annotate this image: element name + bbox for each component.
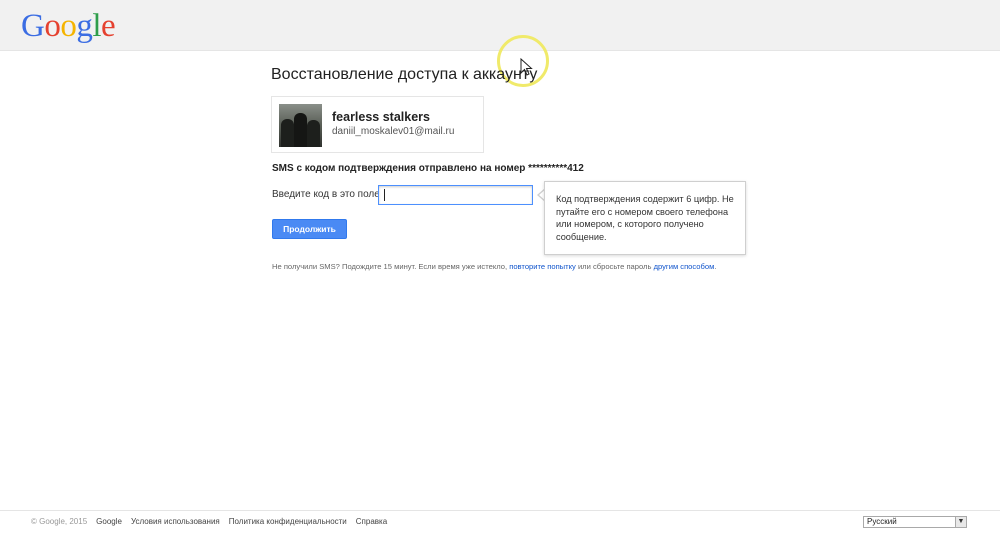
logo-letter: G bbox=[21, 8, 45, 44]
continue-button[interactable]: Продолжить bbox=[272, 219, 347, 239]
account-email: daniil_moskalev01@mail.ru bbox=[332, 126, 455, 137]
sms-sent-notice: SMS с кодом подтверждения отправлено на … bbox=[272, 163, 584, 174]
account-card: fearless stalkers daniil_moskalev01@mail… bbox=[271, 96, 484, 153]
page-title: Восстановление доступа к аккаунту bbox=[271, 66, 538, 83]
google-logo[interactable]: Google bbox=[21, 8, 116, 44]
language-select-value: Русский bbox=[867, 517, 897, 526]
copyright: © Google, 2015 bbox=[31, 517, 88, 526]
logo-letter: g bbox=[76, 8, 93, 44]
other-method-link[interactable]: другим способом bbox=[654, 262, 715, 271]
avatar bbox=[279, 104, 322, 147]
logo-letter: e bbox=[101, 8, 116, 44]
verification-code-input[interactable] bbox=[378, 185, 533, 205]
footer-link-help[interactable]: Справка bbox=[356, 517, 387, 526]
language-select[interactable]: Русский ▼ bbox=[863, 516, 967, 528]
text-caret bbox=[384, 189, 385, 201]
code-hint-tooltip: Код подтверждения содержит 6 цифр. Не пу… bbox=[544, 181, 746, 255]
footer-link-privacy[interactable]: Политика конфиденциальности bbox=[229, 517, 347, 526]
top-bar: Google bbox=[0, 0, 1000, 51]
footer-links: © Google, 2015 Google Условия использовани… bbox=[31, 517, 396, 526]
account-name: fearless stalkers bbox=[332, 110, 430, 124]
retry-link[interactable]: повторите попытку bbox=[509, 262, 576, 271]
footer-link-terms[interactable]: Условия использования bbox=[131, 517, 220, 526]
chevron-down-icon: ▼ bbox=[955, 517, 966, 527]
logo-letter: o bbox=[44, 8, 61, 44]
logo-letter: o bbox=[60, 8, 77, 44]
code-field-label: Введите код в это поле bbox=[272, 189, 380, 200]
logo-letter: l bbox=[92, 8, 102, 44]
help-text: Не получили SMS? Подождите 15 минут. Есл… bbox=[272, 262, 717, 271]
footer: © Google, 2015 Google Условия использовани… bbox=[0, 510, 1000, 533]
footer-link-google[interactable]: Google bbox=[96, 517, 122, 526]
